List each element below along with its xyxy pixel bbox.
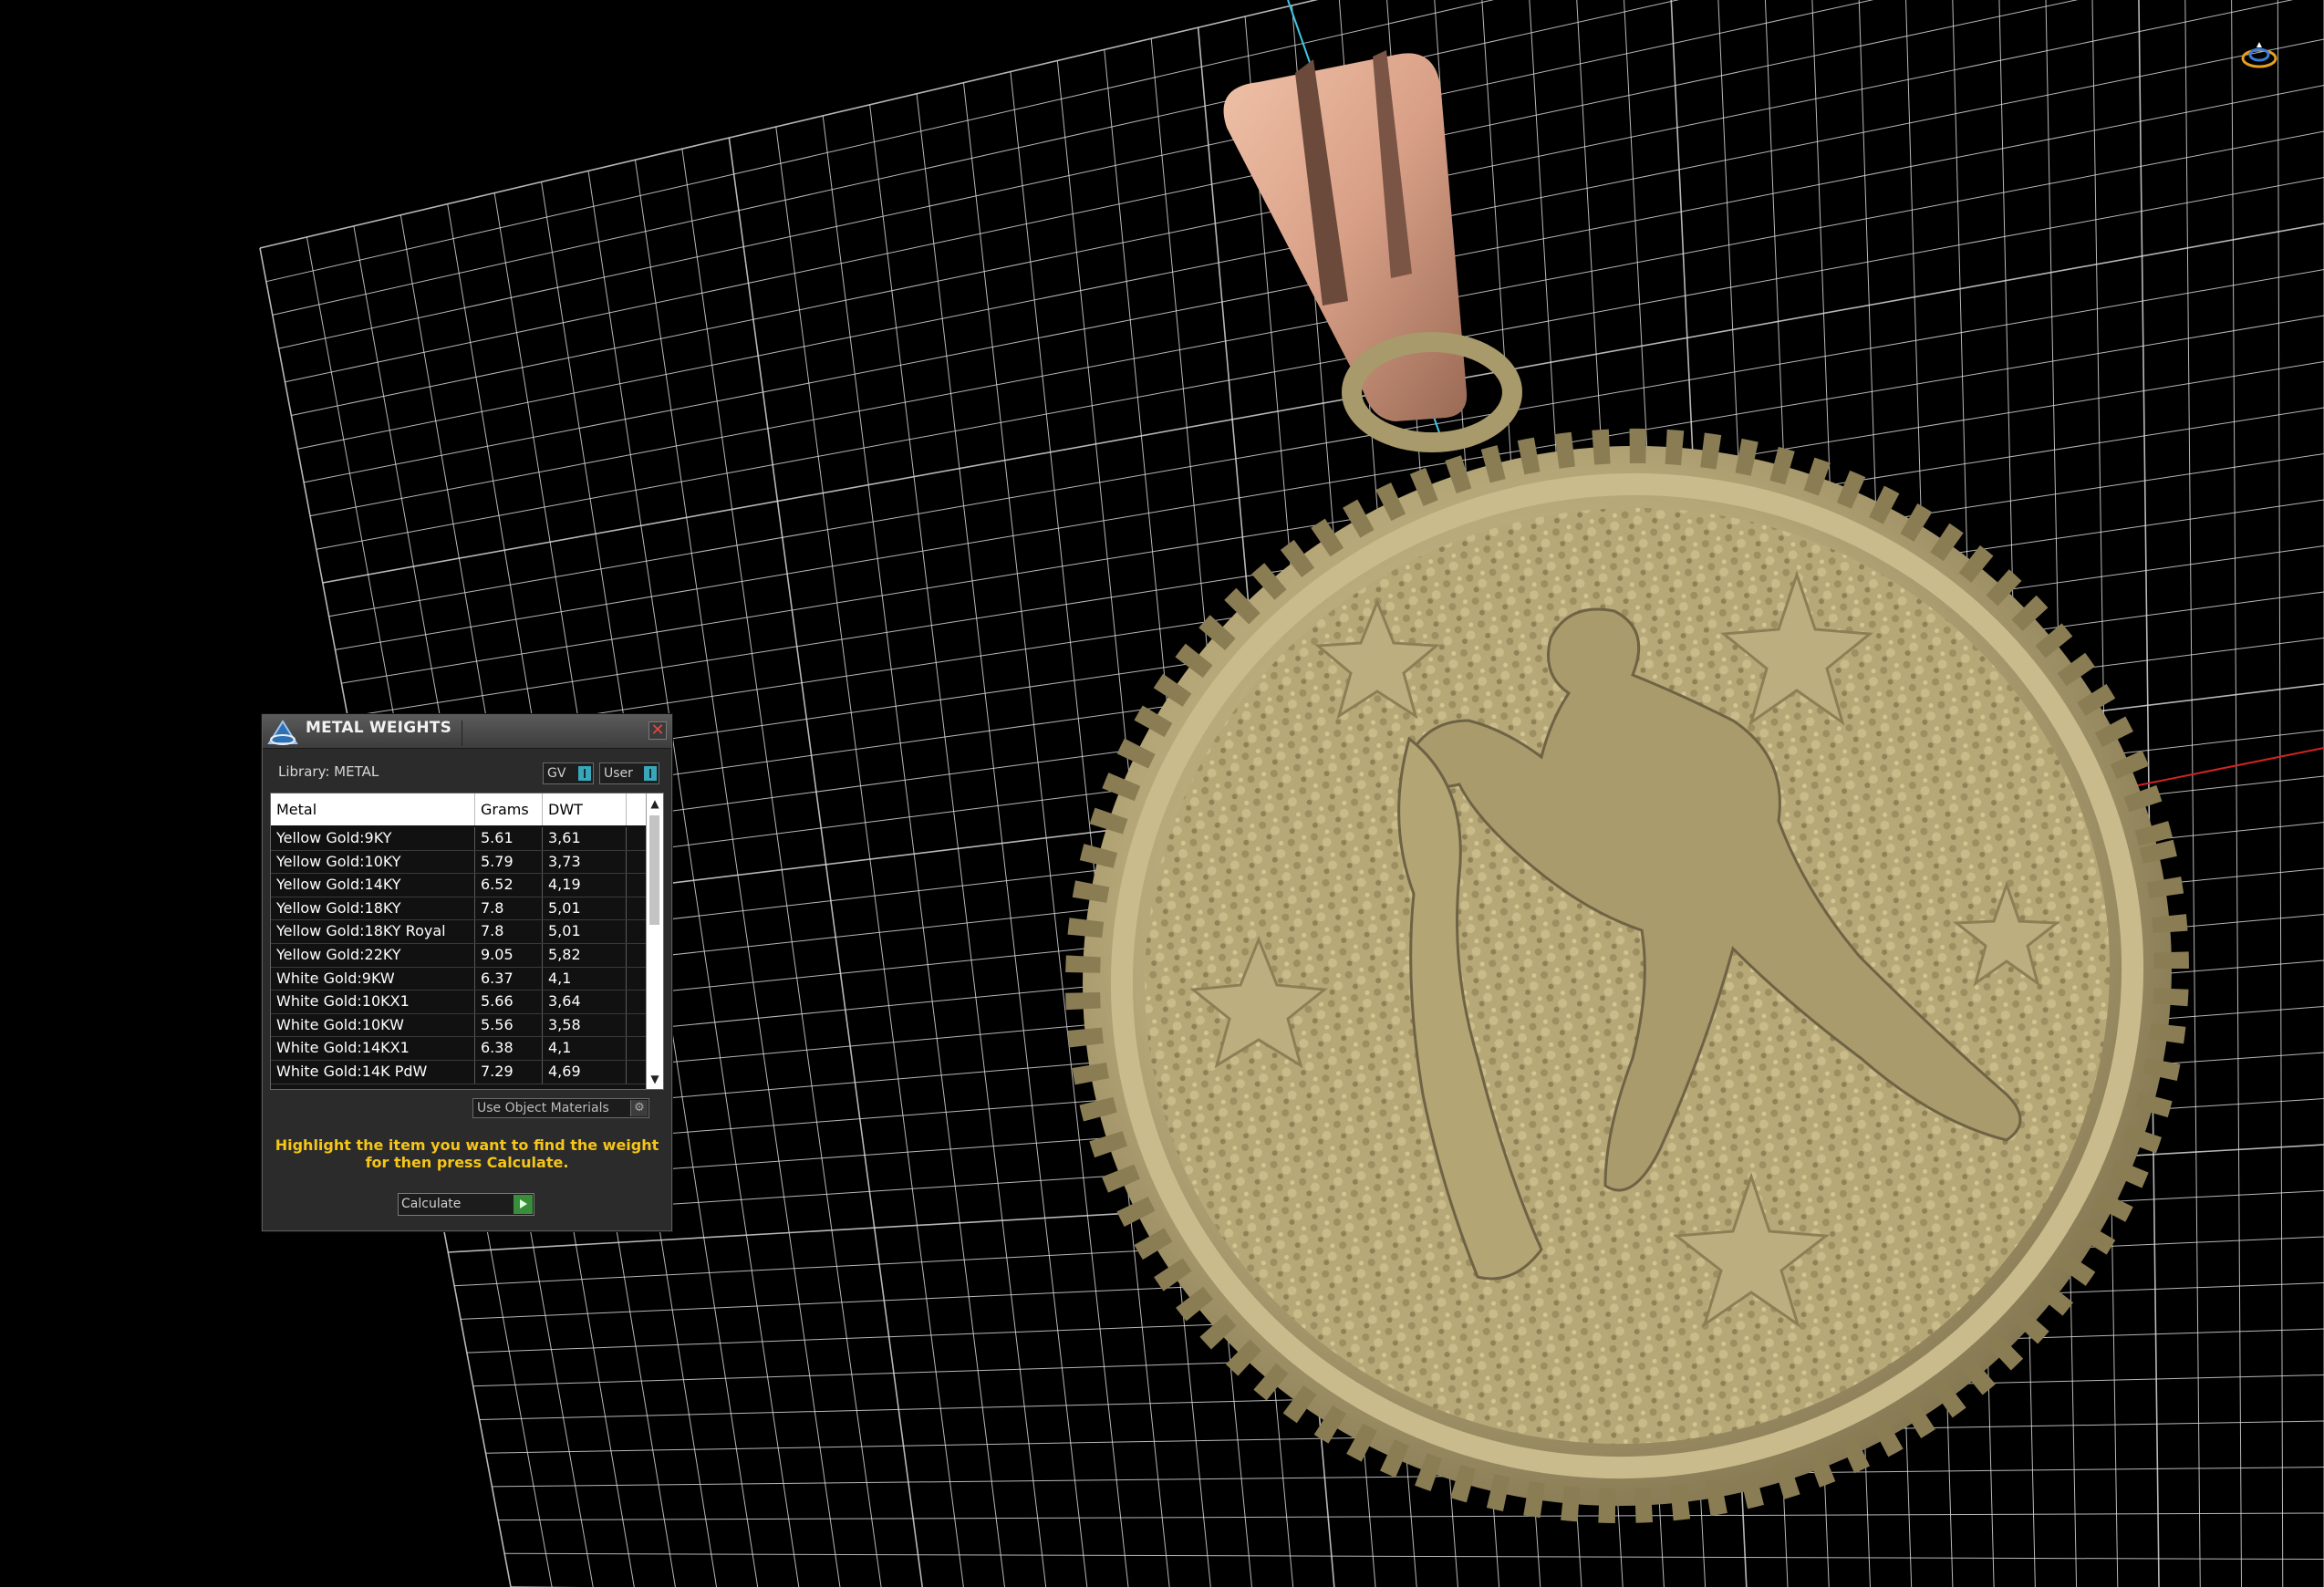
cell-blank — [627, 920, 647, 943]
cell-grams: 5.66 — [475, 991, 543, 1013]
cell-grams: 5.61 — [475, 827, 543, 850]
cell-grams: 6.38 — [475, 1037, 543, 1060]
cell-metal: White Gold:10KX1 — [271, 991, 475, 1013]
column-header-blank — [627, 794, 647, 825]
cell-metal: Yellow Gold:10KY — [271, 850, 475, 874]
table-row[interactable]: Yellow Gold:18KY Royal 7.8 5,01 — [271, 920, 647, 944]
gear-icon[interactable]: ⚙ — [630, 1100, 648, 1116]
cell-dwt: 3,58 — [543, 1013, 627, 1037]
cell-blank — [627, 850, 647, 874]
instruction-text: Highlight the item you want to find the … — [275, 1136, 659, 1171]
cell-blank — [627, 827, 647, 850]
cell-blank — [627, 1013, 647, 1037]
cell-dwt: 5,01 — [543, 920, 627, 943]
toggle-switch-icon — [644, 766, 657, 781]
cell-metal: Yellow Gold:14KY — [271, 874, 475, 897]
cell-grams: 5.56 — [475, 1013, 543, 1037]
toggle-switch-icon — [578, 766, 591, 781]
cell-grams: 6.52 — [475, 874, 543, 897]
calculate-button[interactable]: Calculate — [398, 1193, 534, 1216]
gv-library-toggle[interactable]: GV — [543, 762, 594, 784]
library-label: Library: METAL — [278, 763, 379, 780]
cell-blank — [627, 1037, 647, 1060]
cell-dwt: 4,69 — [543, 1060, 627, 1084]
table-body: Yellow Gold:9KY 5.61 3,61 Yellow Gold:10KY 5… — [271, 827, 647, 1084]
cell-blank — [627, 1060, 647, 1084]
column-header-grams[interactable]: Grams — [475, 794, 543, 825]
cell-grams: 5.79 — [475, 850, 543, 874]
panel-titlebar[interactable]: METAL WEIGHTS ✕ — [263, 715, 671, 749]
table-header: Metal Grams DWT — [271, 794, 647, 825]
use-object-materials-field[interactable]: Use Object Materials ⚙ — [472, 1098, 649, 1118]
table-row[interactable]: White Gold:14KX1 6.38 4,1 — [271, 1037, 647, 1061]
scroll-up-icon[interactable]: ▲ — [647, 795, 663, 812]
table-row[interactable]: Yellow Gold:9KY 5.61 3,61 — [271, 827, 647, 851]
cell-dwt: 5,82 — [543, 943, 627, 967]
view-orientation-icon[interactable] — [2238, 35, 2280, 77]
column-header-dwt[interactable]: DWT — [543, 794, 627, 825]
cell-blank — [627, 943, 647, 967]
cell-metal: Yellow Gold:18KY Royal — [271, 920, 475, 943]
cell-blank — [627, 991, 647, 1013]
cell-dwt: 4,1 — [543, 1037, 627, 1060]
play-arrow-icon — [514, 1195, 533, 1214]
gemvision-logo-icon — [265, 718, 300, 747]
table-row[interactable]: White Gold:9KW 6.37 4,1 — [271, 967, 647, 991]
cell-blank — [627, 874, 647, 897]
cell-metal: Yellow Gold:22KY — [271, 943, 475, 967]
user-library-toggle[interactable]: User — [599, 762, 659, 784]
panel-title: METAL WEIGHTS — [306, 719, 452, 737]
table-row[interactable]: White Gold:14K PdW 7.29 4,69 — [271, 1060, 647, 1084]
cell-grams: 9.05 — [475, 943, 543, 967]
metal-weights-table[interactable]: Metal Grams DWT Yellow Gold:9KY 5.61 3,61 Y… — [270, 793, 664, 1090]
cell-grams: 6.37 — [475, 967, 543, 991]
use-object-materials-label: Use Object Materials — [477, 1101, 609, 1115]
cell-dwt: 3,61 — [543, 827, 627, 850]
cell-dwt: 3,64 — [543, 991, 627, 1013]
table-row[interactable]: Yellow Gold:10KY 5.79 3,73 — [271, 850, 647, 875]
cell-grams: 7.8 — [475, 920, 543, 943]
cell-dwt: 4,19 — [543, 874, 627, 897]
table-row[interactable]: Yellow Gold:14KY 6.52 4,19 — [271, 874, 647, 897]
close-icon[interactable]: ✕ — [648, 721, 667, 740]
cell-grams: 7.29 — [475, 1060, 543, 1084]
table-scrollbar[interactable]: ▲ ▼ — [646, 794, 663, 1089]
scroll-thumb[interactable] — [649, 815, 659, 925]
scroll-down-icon[interactable]: ▼ — [647, 1071, 663, 1087]
cell-dwt: 3,73 — [543, 850, 627, 874]
cell-dwt: 4,1 — [543, 967, 627, 991]
cell-metal: White Gold:9KW — [271, 967, 475, 991]
gv-toggle-label: GV — [547, 766, 566, 781]
cell-metal: White Gold:14K PdW — [271, 1060, 475, 1084]
metal-weights-panel: METAL WEIGHTS ✕ Library: METAL GV User M… — [262, 714, 672, 1231]
cell-metal: Yellow Gold:9KY — [271, 827, 475, 850]
cell-grams: 7.8 — [475, 897, 543, 920]
calculate-label: Calculate — [401, 1197, 462, 1211]
column-header-metal[interactable]: Metal — [271, 794, 475, 825]
cell-dwt: 5,01 — [543, 897, 627, 920]
cell-metal: White Gold:14KX1 — [271, 1037, 475, 1060]
cell-metal: Yellow Gold:18KY — [271, 897, 475, 920]
cell-blank — [627, 967, 647, 991]
table-row[interactable]: White Gold:10KW 5.56 3,58 — [271, 1013, 647, 1038]
cell-metal: White Gold:10KW — [271, 1013, 475, 1037]
table-row[interactable]: Yellow Gold:18KY 7.8 5,01 — [271, 897, 647, 921]
user-toggle-label: User — [604, 766, 633, 781]
cell-blank — [627, 897, 647, 920]
table-row[interactable]: Yellow Gold:22KY 9.05 5,82 — [271, 943, 647, 968]
table-row[interactable]: White Gold:10KX1 5.66 3,64 — [271, 991, 647, 1014]
